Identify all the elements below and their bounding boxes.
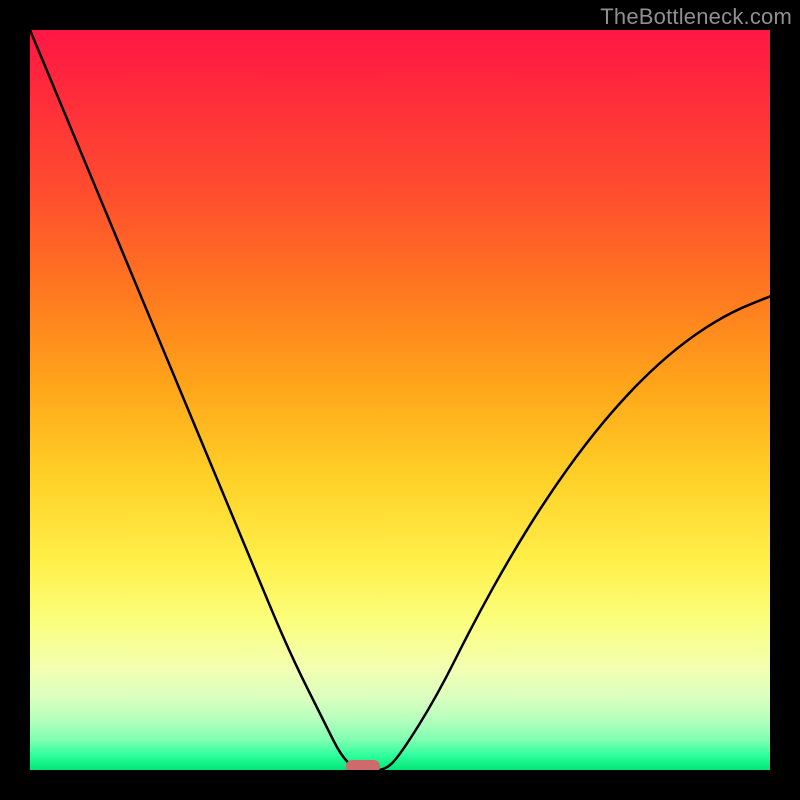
bottleneck-curve — [30, 30, 770, 770]
attribution-text: TheBottleneck.com — [600, 4, 792, 30]
chart-frame: TheBottleneck.com — [0, 0, 800, 800]
plot-area — [30, 30, 770, 770]
curve-line — [30, 30, 770, 770]
trough-marker — [346, 760, 380, 770]
